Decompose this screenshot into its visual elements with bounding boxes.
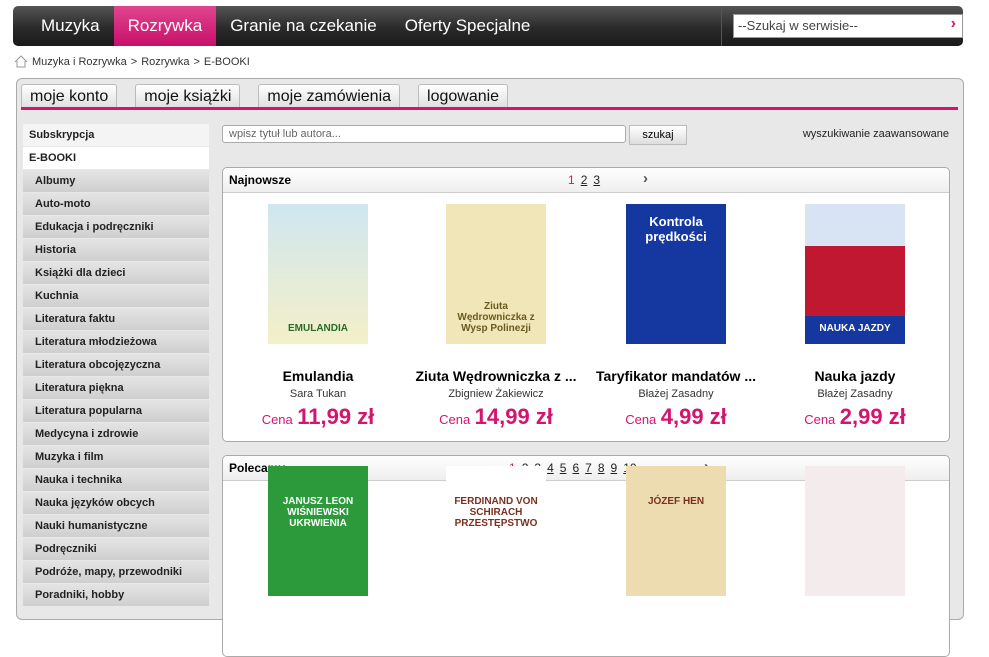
price-value: 11,99 zł xyxy=(297,404,375,429)
cover-title: Ziuta Wędrowniczka z Wysp Polinezji xyxy=(457,301,535,334)
sidebar-item[interactable]: Edukacja i podręczniki xyxy=(23,216,209,238)
book-cover[interactable]: Kontrola prędkości xyxy=(626,204,726,344)
book-cover[interactable]: JANUSZ LEON WIŚNIEWSKI UKRWIENIA xyxy=(268,466,368,596)
product-card[interactable]: EMULANDIA Emulandia Sara Tukan Cena 11,99 z… xyxy=(229,204,407,430)
price-label: Cena xyxy=(625,412,657,427)
sidebar-item[interactable]: Medycyna i zdrowie xyxy=(23,423,209,445)
sidebar-item[interactable]: Literatura piękna xyxy=(23,377,209,399)
product-author[interactable]: Błażej Zasadny xyxy=(587,388,765,400)
price-label: Cena xyxy=(261,412,293,427)
product-price: Cena 11,99 zł xyxy=(229,404,407,430)
page-link[interactable]: 6 xyxy=(572,461,579,475)
tab-logowanie[interactable]: logowanie xyxy=(418,84,509,109)
book-cover[interactable]: NAUKA JAZDY xyxy=(805,204,905,344)
top-navigation: Muzyka Rozrywka Granie na czekanie Ofert… xyxy=(13,6,963,46)
breadcrumb-item[interactable]: Muzyka i Rozrywka xyxy=(32,56,127,68)
sidebar-item[interactable]: Subskrypcja xyxy=(23,124,209,146)
search-button[interactable]: szukaj xyxy=(629,125,687,145)
sidebar-item[interactable]: Auto-moto xyxy=(23,193,209,215)
cover-title: NAUKA JAZDY xyxy=(819,323,891,334)
breadcrumb-sep: > xyxy=(130,55,138,68)
pagination: 123 xyxy=(568,173,600,187)
tab-moje-zamowienia[interactable]: moje zamówienia xyxy=(258,84,401,109)
site-search-placeholder: --Szukaj w serwisie-- xyxy=(738,18,858,33)
book-cover[interactable]: Ziuta Wędrowniczka z Wysp Polinezji xyxy=(446,204,546,344)
home-icon[interactable] xyxy=(14,55,28,68)
price-label: Cena xyxy=(804,412,836,427)
tab-moje-ksiazki[interactable]: moje książki xyxy=(135,84,241,109)
recommended-section: Polecamy 12345678910 › JANUSZ LEON WIŚNI… xyxy=(222,455,950,657)
tab-underline xyxy=(21,107,958,110)
sidebar-item[interactable]: Kuchnia xyxy=(23,285,209,307)
price-label: Cena xyxy=(439,412,471,427)
product-title[interactable]: Nauka jazdy xyxy=(766,368,944,384)
newest-section: Najnowsze 123 › EMULANDIA Emulandia Sara T… xyxy=(222,167,950,442)
sidebar-item[interactable]: Podróże, mapy, przewodniki xyxy=(23,561,209,583)
page-link[interactable]: 9 xyxy=(611,461,618,475)
page-link[interactable]: 5 xyxy=(560,461,567,475)
sidebar-item[interactable]: Literatura faktu xyxy=(23,308,209,330)
main-panel: moje konto moje książki moje zamówienia … xyxy=(16,78,964,657)
product-title[interactable]: Emulandia xyxy=(229,368,407,384)
sidebar-item[interactable]: Poradniki, hobby xyxy=(23,584,209,606)
product-card[interactable]: Ziuta Wędrowniczka z Wysp Polinezji Ziuta… xyxy=(407,204,585,430)
sidebar-item[interactable]: Literatura młodzieżowa xyxy=(23,331,209,353)
category-sidebar: Subskrypcja E-BOOKI Albumy Auto-moto Edukacj… xyxy=(23,124,209,607)
cover-title: Kontrola prędkości xyxy=(645,214,707,244)
advanced-search-link[interactable]: wyszukiwanie zaawansowane xyxy=(803,128,949,140)
page-link[interactable]: 2 xyxy=(581,173,588,187)
nav-granie[interactable]: Granie na czekanie xyxy=(216,6,390,46)
product-author[interactable]: Zbigniew Żakiewicz xyxy=(407,388,585,400)
page-link[interactable]: 3 xyxy=(593,173,600,187)
book-cover[interactable]: FERDINAND VON SCHIRACH PRZESTĘPSTWO xyxy=(446,466,546,596)
sidebar-item[interactable]: Podręczniki xyxy=(23,538,209,560)
sidebar-item[interactable]: Literatura obcojęzyczna xyxy=(23,354,209,376)
product-author[interactable]: Sara Tukan xyxy=(229,388,407,400)
tab-moje-konto[interactable]: moje konto xyxy=(21,84,118,109)
page-link[interactable]: 8 xyxy=(598,461,605,475)
sidebar-item[interactable]: Historia xyxy=(23,239,209,261)
product-price: Cena 14,99 zł xyxy=(407,404,585,430)
breadcrumb-item[interactable]: Rozrywka xyxy=(141,56,189,68)
product-author[interactable]: Błażej Zasadny xyxy=(766,388,944,400)
product-title[interactable]: Taryfikator mandatów ... xyxy=(587,368,765,384)
product-card[interactable]: NAUKA JAZDY Nauka jazdy Błażej Zasadny Cena… xyxy=(766,204,944,430)
book-search-input[interactable]: wpisz tytuł lub autora... xyxy=(222,125,626,143)
sidebar-item[interactable]: Albumy xyxy=(23,170,209,192)
sidebar-item[interactable]: Nauki humanistyczne xyxy=(23,515,209,537)
product-price: Cena 4,99 zł xyxy=(587,404,765,430)
book-cover[interactable] xyxy=(805,466,905,596)
sidebar-item[interactable]: E-BOOKI xyxy=(23,147,209,169)
breadcrumb-sep: > xyxy=(193,55,200,68)
price-value: 4,99 zł xyxy=(660,404,727,429)
book-cover[interactable]: EMULANDIA xyxy=(268,204,368,344)
search-go-icon[interactable]: › xyxy=(951,15,956,33)
breadcrumb: Muzyka i Rozrywka > Rozrywka > E-BOOKI xyxy=(14,55,250,68)
price-value: 2,99 zł xyxy=(839,404,906,429)
sidebar-item[interactable]: Muzyka i film xyxy=(23,446,209,468)
nav-rozrywka[interactable]: Rozrywka xyxy=(113,6,217,46)
sidebar-item[interactable]: Książki dla dzieci xyxy=(23,262,209,284)
next-page-icon[interactable]: › xyxy=(643,170,648,187)
book-cover[interactable]: JÓZEF HEN xyxy=(626,466,726,596)
sidebar-item[interactable]: Nauka i technika xyxy=(23,469,209,491)
sidebar-item[interactable]: Nauka języków obcych xyxy=(23,492,209,514)
page-link[interactable]: 4 xyxy=(547,461,554,475)
nav-muzyka[interactable]: Muzyka xyxy=(27,6,114,46)
product-card[interactable]: Kontrola prędkości Taryfikator mandatów .… xyxy=(587,204,765,430)
divider xyxy=(721,6,722,46)
page-link[interactable]: 1 xyxy=(568,173,575,187)
price-value: 14,99 zł xyxy=(474,404,553,429)
product-title[interactable]: Ziuta Wędrowniczka z ... xyxy=(407,368,585,384)
sidebar-item[interactable]: Literatura popularna xyxy=(23,400,209,422)
breadcrumb-item: E-BOOKI xyxy=(203,55,250,68)
product-price: Cena 2,99 zł xyxy=(766,404,944,430)
site-search-input[interactable]: --Szukaj w serwisie-- › xyxy=(733,14,963,38)
nav-oferty[interactable]: Oferty Specjalne xyxy=(391,6,545,46)
section-title: Najnowsze xyxy=(229,173,292,187)
page-link[interactable]: 7 xyxy=(585,461,592,475)
cover-title: EMULANDIA xyxy=(288,323,348,334)
